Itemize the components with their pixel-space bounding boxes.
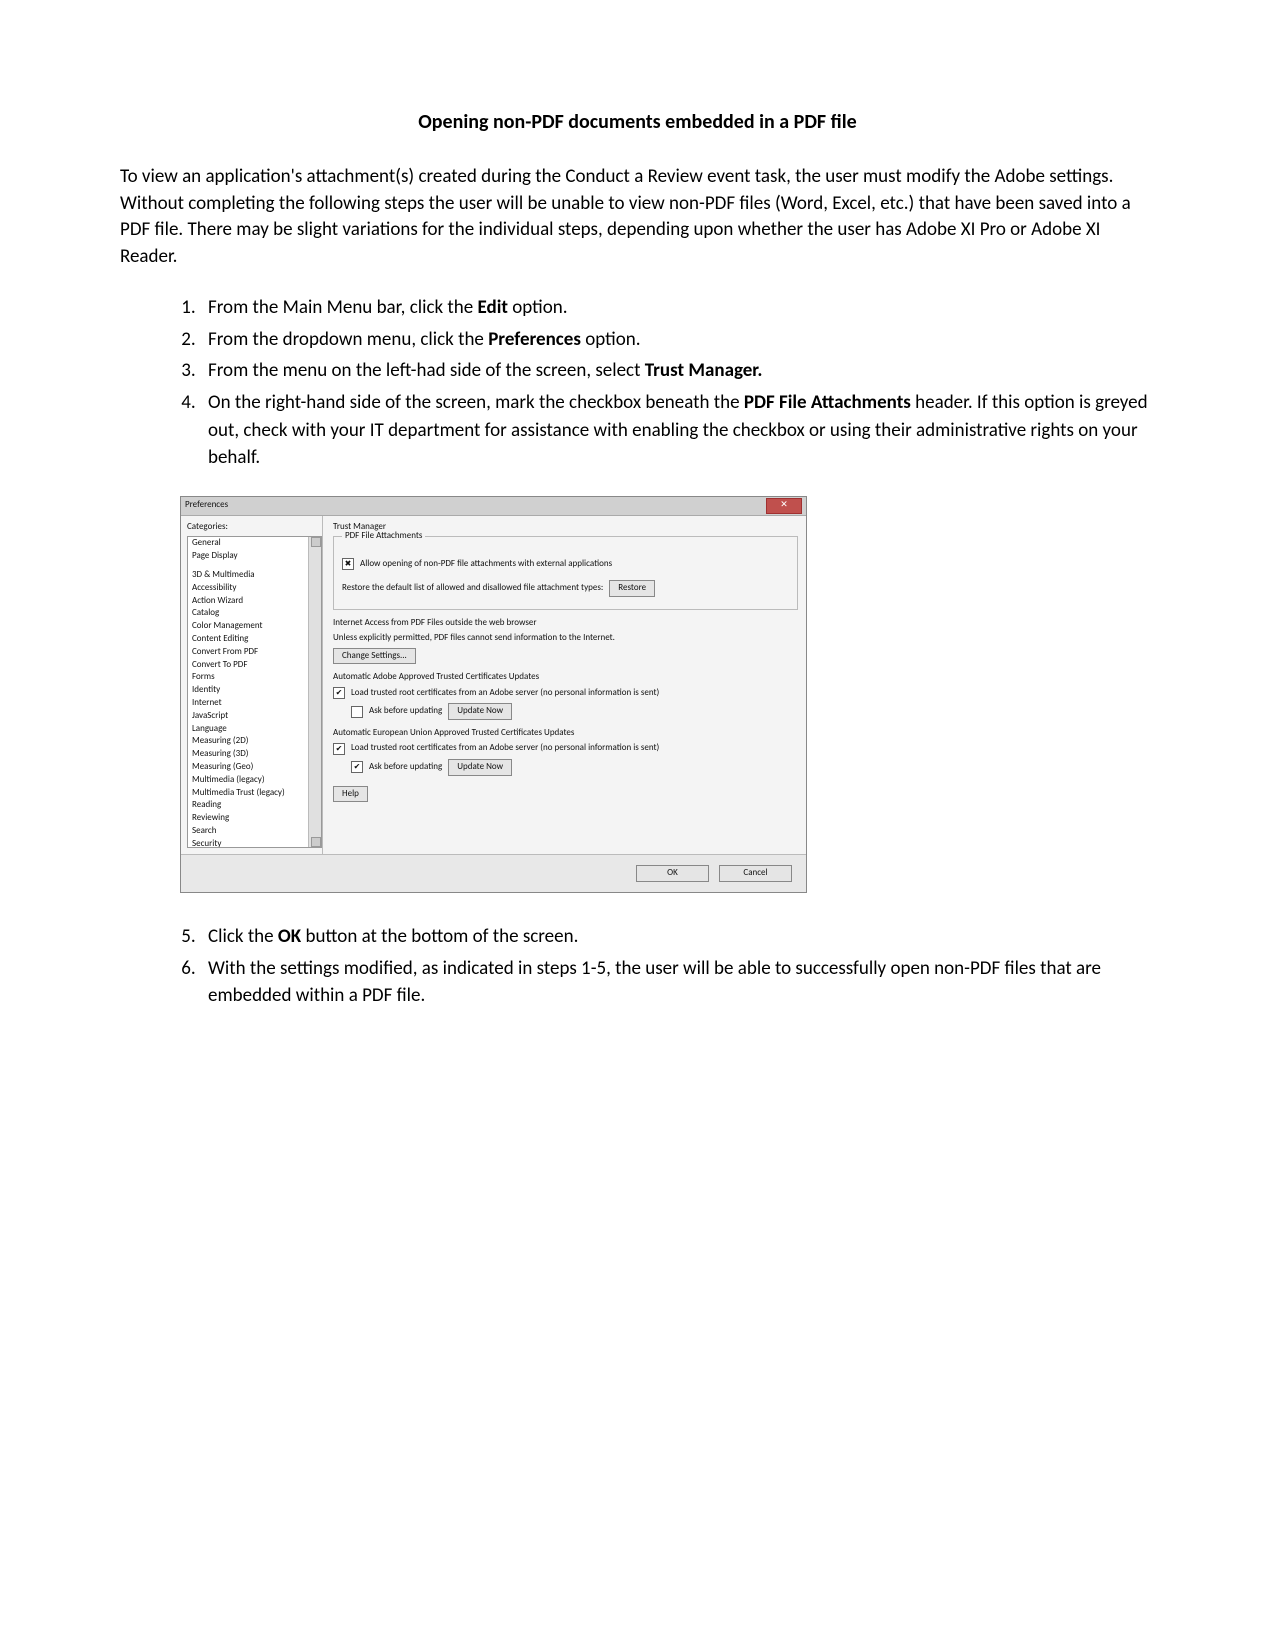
cancel-button[interactable]: Cancel [719,865,792,882]
checkbox-label: Allow opening of non-PDF file attachment… [360,559,612,570]
restore-button[interactable]: Restore [609,580,655,597]
intro-paragraph: To view an application's attachment(s) c… [120,164,1155,270]
page-title: Opening non-PDF documents embedded in a … [120,110,1155,134]
dialog-title: Preferences [185,500,228,511]
categories-listbox[interactable]: General Page Display 3D & Multimedia Acc… [187,536,322,848]
list-item[interactable]: Forms [188,671,321,684]
group-internet-heading: Internet Access from PDF Files outside t… [333,618,798,629]
group-internet-text: Unless explicitly permitted, PDF files c… [333,633,615,644]
steps-list: From the Main Menu bar, click the Edit o… [120,294,1155,471]
change-settings-button[interactable]: Change Settings... [333,648,416,665]
list-item[interactable]: Identity [188,684,321,697]
step-text: option. [508,296,568,319]
steps-list-2: Click the OK button at the bottom of the… [120,923,1155,1010]
step-4: On the right-hand side of the screen, ma… [200,389,1155,472]
step-text: button at the bottom of the screen. [301,925,578,948]
step-text: From the menu on the left-had side of th… [208,359,645,382]
help-button[interactable]: Help [333,786,368,803]
checkbox-label: Load trusted root certificates from an A… [351,743,659,754]
list-item[interactable]: Content Editing [188,633,321,646]
dialog-titlebar: Preferences ✕ [181,497,806,516]
step-keyword: Preferences [488,328,581,351]
step-keyword: PDF File Attachments [744,391,911,414]
checkbox-ask-eu[interactable]: ✔ [351,761,363,773]
list-item[interactable]: Reading [188,799,321,812]
categories-label: Categories: [187,522,322,533]
step-keyword: OK [278,925,301,948]
step-2: From the dropdown menu, click the Prefer… [200,326,1155,354]
step-3: From the menu on the left-had side of th… [200,357,1155,385]
update-now-button[interactable]: Update Now [448,703,512,720]
list-item[interactable]: Accessibility [188,582,321,595]
ok-button[interactable]: OK [636,865,709,882]
list-item[interactable]: Measuring (2D) [188,735,321,748]
step-keyword: Edit [478,296,508,319]
checkbox-label: Ask before updating [369,762,442,773]
list-item[interactable]: 3D & Multimedia [188,569,321,582]
update-now-button[interactable]: Update Now [448,759,512,776]
preferences-dialog: Preferences ✕ Categories: General Page D… [180,496,807,894]
checkbox-load-eu[interactable]: ✔ [333,743,345,755]
group-legend: PDF File Attachments [342,531,425,542]
dialog-footer: OK Cancel [181,854,806,892]
checkbox-allow-open[interactable]: ✖ [342,558,354,570]
restore-text: Restore the default list of allowed and … [342,583,603,594]
list-item[interactable]: Internet [188,697,321,710]
list-item[interactable]: General [188,537,321,550]
group-eu-cert-heading: Automatic European Union Approved Truste… [333,728,798,739]
list-item[interactable]: Search [188,825,321,838]
list-item[interactable]: Action Wizard [188,595,321,608]
step-text: Click the [208,925,278,948]
step-keyword: Trust Manager. [645,359,763,382]
list-item[interactable]: JavaScript [188,710,321,723]
list-item[interactable]: Language [188,723,321,736]
list-item[interactable]: Measuring (3D) [188,748,321,761]
list-item[interactable]: Measuring (Geo) [188,761,321,774]
group-adobe-cert-heading: Automatic Adobe Approved Trusted Certifi… [333,672,798,683]
list-item[interactable]: Reviewing [188,812,321,825]
step-5: Click the OK button at the bottom of the… [200,923,1155,951]
list-item[interactable]: Multimedia (legacy) [188,774,321,787]
step-text: From the Main Menu bar, click the [208,296,478,319]
step-6: With the settings modified, as indicated… [200,955,1155,1010]
scrollbar[interactable] [308,537,321,847]
checkbox-label: Load trusted root certificates from an A… [351,688,659,699]
list-item[interactable]: Page Display [188,550,321,563]
close-icon[interactable]: ✕ [766,498,802,514]
step-text: From the dropdown menu, click the [208,328,488,351]
list-item[interactable]: Multimedia Trust (legacy) [188,787,321,800]
step-text: On the right-hand side of the screen, ma… [208,391,744,414]
list-item[interactable]: Convert To PDF [188,659,321,672]
list-item[interactable]: Catalog [188,607,321,620]
list-item[interactable]: Convert From PDF [188,646,321,659]
step-text: option. [581,328,641,351]
checkbox-ask-adobe[interactable] [351,706,363,718]
list-item[interactable]: Security [188,838,321,849]
checkbox-load-adobe[interactable]: ✔ [333,687,345,699]
checkbox-label: Ask before updating [369,706,442,717]
list-item[interactable]: Color Management [188,620,321,633]
step-1: From the Main Menu bar, click the Edit o… [200,294,1155,322]
group-pdf-attachments: PDF File Attachments ✖ Allow opening of … [333,536,798,610]
